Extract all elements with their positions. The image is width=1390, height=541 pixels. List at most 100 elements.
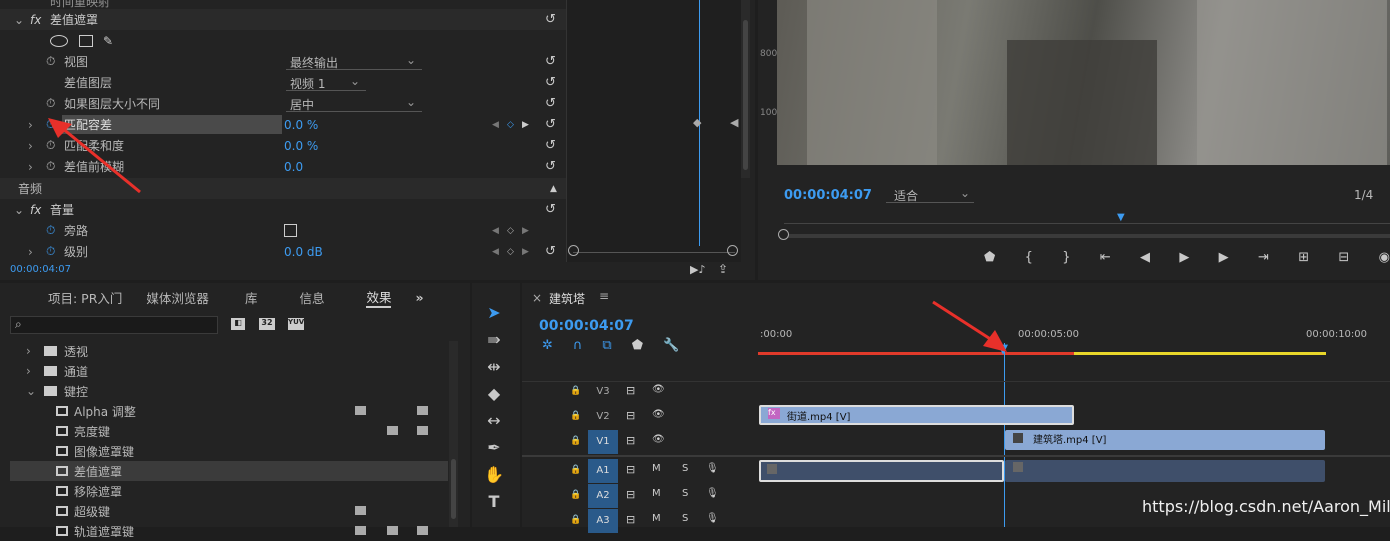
solo-button[interactable]: S <box>682 513 688 524</box>
next-keyframe-icon[interactable]: ▶ <box>522 247 529 257</box>
reset-icon[interactable]: ↺ <box>545 96 556 111</box>
rectangle-mask-icon[interactable] <box>79 34 93 47</box>
lift-icon[interactable]: ⊞ <box>1298 250 1309 265</box>
tree-item[interactable]: 轨道遮罩键 <box>10 521 448 541</box>
reset-icon[interactable]: ↺ <box>545 54 556 69</box>
stopwatch-icon[interactable]: ⏱ <box>46 223 55 238</box>
size-dropdown[interactable]: 居中 ⌄ <box>286 95 422 112</box>
blur-value[interactable]: 0.0 <box>284 160 303 174</box>
linked-selection-icon[interactable]: ⧉ <box>602 338 611 353</box>
reset-icon[interactable]: ↺ <box>545 159 556 174</box>
audio-clip-2[interactable] <box>1005 460 1325 482</box>
tree-item[interactable]: 超级键 <box>10 501 448 521</box>
mute-button[interactable]: M <box>652 463 661 474</box>
tree-item[interactable]: Alpha 调整 <box>10 401 448 421</box>
track-name[interactable]: V3 <box>588 380 618 404</box>
chevron-right-icon[interactable]: › <box>28 139 33 153</box>
close-icon[interactable]: × <box>532 291 542 305</box>
search-input[interactable]: ⌕ <box>10 316 218 334</box>
volume-effect-row[interactable]: ⌄ fx 音量 ↺ <box>0 199 566 220</box>
snap-icon[interactable]: ∩ <box>573 338 583 353</box>
fx-icon[interactable]: fx <box>30 13 41 27</box>
tree-item[interactable]: › 通道 <box>10 361 448 381</box>
eye-icon[interactable]: 👁 <box>652 434 665 445</box>
slip-tool-icon[interactable]: ↔ <box>487 411 500 430</box>
tab-libraries[interactable]: 库 <box>245 288 258 307</box>
sync-lock-icon[interactable]: ⊟ <box>626 513 635 526</box>
track-header[interactable]: 🔒 A3 ⊟ M S 🎙 <box>522 509 758 533</box>
reset-icon[interactable]: ↺ <box>545 75 556 90</box>
lock-icon[interactable]: 🔒 <box>570 411 581 421</box>
accelerated-effects-icon[interactable]: ◧ <box>231 318 245 330</box>
keyframe-area[interactable]: ◆ ◀ <box>566 0 741 262</box>
tree-item[interactable]: 亮度键 <box>10 421 448 441</box>
stopwatch-icon[interactable]: ⏱ <box>46 54 55 69</box>
reset-icon[interactable]: ↺ <box>545 244 556 259</box>
effect-header-row[interactable]: ⌄ fx 差值遮罩 ↺ <box>0 9 566 30</box>
step-back-icon[interactable]: ◀ <box>1140 250 1150 265</box>
keyframe-end-icon[interactable]: ◀ <box>730 116 738 129</box>
tab-media-browser[interactable]: 媒体浏览器 <box>146 288 209 307</box>
clip-building[interactable]: 建筑塔.mp4 [V] <box>1005 430 1325 450</box>
tree-item[interactable]: 差值遮罩 <box>10 461 448 481</box>
tree-item[interactable]: 移除遮罩 <box>10 481 448 501</box>
reset-icon[interactable]: ↺ <box>545 12 556 27</box>
ripple-edit-icon[interactable]: ⇹ <box>487 357 500 376</box>
level-value[interactable]: 0.0 dB <box>284 245 323 259</box>
selection-tool-icon[interactable]: ➤ <box>487 303 500 322</box>
reset-icon[interactable]: ↺ <box>545 117 556 132</box>
keyframe-icon[interactable]: ◇ <box>507 120 514 130</box>
bypass-checkbox[interactable] <box>284 224 297 237</box>
mini-playhead[interactable]: ▼ <box>1117 212 1125 223</box>
zoom-handle[interactable] <box>778 229 789 240</box>
microphone-icon[interactable]: 🎙 <box>706 513 719 524</box>
mini-ruler[interactable]: ▼ <box>784 212 1390 224</box>
chevron-right-icon[interactable]: › <box>28 160 33 174</box>
view-dropdown[interactable]: 最终输出 ⌄ <box>286 53 422 70</box>
fx-icon[interactable]: fx <box>30 203 41 217</box>
solo-button[interactable]: S <box>682 488 688 499</box>
sync-lock-icon[interactable]: ⊟ <box>626 463 635 476</box>
tree-item[interactable]: 图像遮罩键 <box>10 441 448 461</box>
lock-icon[interactable]: 🔒 <box>570 465 581 475</box>
tab-project[interactable]: 项目: PR入门 <box>48 288 122 307</box>
chevron-down-icon[interactable]: ⌄ <box>14 203 24 217</box>
prev-keyframe-icon[interactable]: ◀ <box>492 226 499 236</box>
sync-lock-icon[interactable]: ⊟ <box>626 409 635 422</box>
track-name[interactable]: V2 <box>588 405 618 429</box>
track-header[interactable]: 🔒 V3 ⊟ 👁 <box>522 380 758 404</box>
sync-lock-icon[interactable]: ⊟ <box>626 488 635 501</box>
zoom-track[interactable] <box>573 252 735 253</box>
stopwatch-icon[interactable]: ⏱ <box>46 244 55 259</box>
chevron-down-icon[interactable]: ⌄ <box>26 384 36 398</box>
lock-icon[interactable]: 🔒 <box>570 386 581 396</box>
type-tool-icon[interactable]: T <box>489 492 500 511</box>
microphone-icon[interactable]: 🎙 <box>706 488 719 499</box>
32bit-effects-icon[interactable]: 32 <box>259 318 275 330</box>
reset-icon[interactable]: ↺ <box>545 138 556 153</box>
ellipse-mask-icon[interactable] <box>50 34 68 47</box>
tolerance-value[interactable]: 0.0 % <box>284 118 318 132</box>
marker-icon[interactable]: ⬟ <box>984 250 995 265</box>
track-header[interactable]: 🔒 V1 ⊟ 👁 <box>522 430 758 454</box>
tree-scrollbar[interactable] <box>449 341 458 527</box>
collapse-up-icon[interactable]: ▲ <box>550 184 557 194</box>
mute-button[interactable]: M <box>652 488 661 499</box>
chevron-right-icon[interactable]: › <box>26 344 31 358</box>
chevron-right-icon[interactable]: › <box>28 118 33 132</box>
go-to-in-icon[interactable]: ⇤ <box>1100 250 1111 265</box>
add-marker-icon[interactable]: ⬟ <box>632 338 643 353</box>
zoom-scrollbar[interactable] <box>784 234 1390 238</box>
mark-out-icon[interactable]: } <box>1062 250 1070 265</box>
clip-street[interactable]: fx 街道.mp4 [V] <box>759 405 1074 425</box>
time-ruler[interactable]: :00:00 00:00:05:00 00:00:10:00 ▼ <box>758 323 1390 357</box>
keyframe-icon[interactable]: ◇ <box>507 226 514 236</box>
zoom-handle-left[interactable] <box>568 245 579 256</box>
track-header[interactable]: 🔒 V2 ⊟ 👁 <box>522 405 758 429</box>
fit-dropdown[interactable]: 适合 ⌄ <box>886 186 974 203</box>
mark-in-icon[interactable]: { <box>1025 250 1033 265</box>
chevron-down-icon[interactable]: ⌄ <box>14 13 24 27</box>
audio-clip-1[interactable] <box>759 460 1004 482</box>
chevron-right-icon[interactable]: › <box>28 245 33 259</box>
lock-icon[interactable]: 🔒 <box>570 490 581 500</box>
